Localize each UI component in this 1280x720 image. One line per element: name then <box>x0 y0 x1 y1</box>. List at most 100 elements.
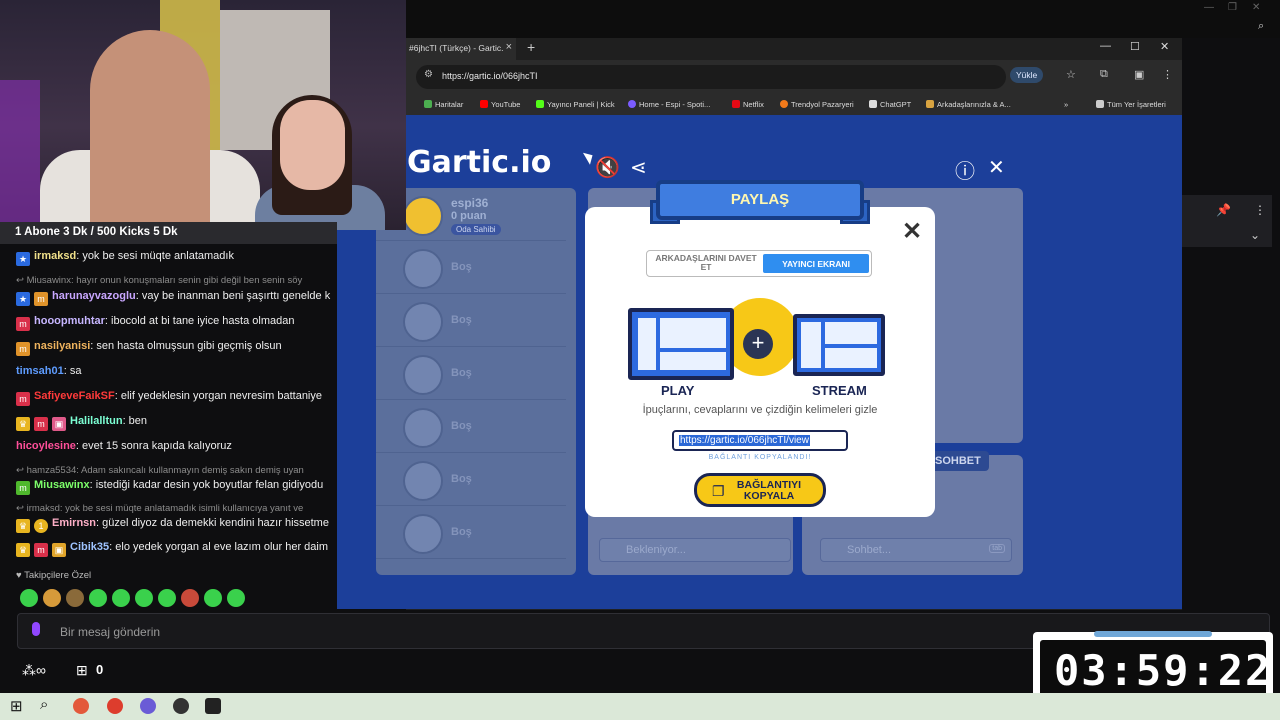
kicks-counter: 0 <box>96 662 104 677</box>
view-link-field[interactable]: https://gartic.io/066jhcTI/view <box>672 430 848 451</box>
app-icon[interactable] <box>73 698 89 714</box>
chat-text: : ben <box>122 415 148 427</box>
emote-icon[interactable] <box>135 589 153 607</box>
install-button[interactable]: Yükle <box>1010 67 1044 83</box>
monitor-canvas <box>825 322 877 344</box>
play-monitor-icon <box>628 308 734 380</box>
bookmark-item[interactable]: Haritalar <box>424 100 463 109</box>
bookmark-item[interactable]: Arkadaşlarınızla & A... <box>926 100 1011 109</box>
close-icon[interactable]: ✕ <box>1252 2 1260 13</box>
more-options-icon[interactable]: ⋮ <box>1254 203 1266 217</box>
chat-reply-context: ↩ hamza5534: Adam sakıncalı kullanmayın … <box>16 465 304 476</box>
zoom-icon[interactable]: ⌕ <box>1258 20 1264 33</box>
emote-icon[interactable] <box>112 589 130 607</box>
stream-goal-caption: 1 Abone 3 Dk / 500 Kicks 5 Dk <box>0 222 337 244</box>
bookmark-item[interactable]: Netflix <box>732 100 764 109</box>
site-info-icon[interactable]: ⚙ <box>424 69 433 80</box>
emote-icon[interactable] <box>43 589 61 607</box>
right-side-panel <box>1182 38 1280 628</box>
share-icon[interactable]: ⋖ <box>630 155 647 180</box>
emote-icon[interactable] <box>158 589 176 607</box>
mic-icon[interactable] <box>32 622 40 636</box>
emote-icon[interactable] <box>66 589 84 607</box>
minimize-icon[interactable]: — <box>1204 2 1214 13</box>
chevron-down-icon[interactable]: ⌄ <box>1250 228 1260 242</box>
chat-username[interactable]: irmaksd <box>34 250 76 262</box>
reply-text: Miusawinx: hayır onun konuşmaları senin … <box>26 275 303 286</box>
bookmark-star-icon[interactable]: ☆ <box>1066 68 1076 81</box>
emote-icon[interactable] <box>20 589 38 607</box>
maximize-icon[interactable]: ☐ <box>1130 40 1140 53</box>
chat-input[interactable]: Sohbet... tab <box>820 538 1012 562</box>
player-row: Boş <box>376 241 566 294</box>
chat-username[interactable]: hooopmuhtar <box>34 315 105 327</box>
tab-invite-friends[interactable]: ARKADAŞLARINI DAVET ET <box>651 254 761 272</box>
chat-username[interactable]: hicoylesine <box>16 440 76 452</box>
empty-slot-label: Boş <box>451 261 472 273</box>
chat-username[interactable]: nasilyanisi <box>34 340 90 352</box>
badge-icon: ★ <box>16 252 30 266</box>
pin-icon[interactable]: 📌 <box>1216 203 1231 217</box>
modal-close-icon[interactable]: ✕ <box>902 217 922 246</box>
menu-icon[interactable]: ⋮ <box>1162 68 1173 81</box>
minimize-icon[interactable]: — <box>1100 40 1111 52</box>
chat-username[interactable]: SafiyeveFaikSF <box>34 390 115 402</box>
monitor-chat <box>825 348 877 368</box>
all-bookmarks[interactable]: Tüm Yer İşaretleri <box>1096 100 1166 109</box>
player-row: Boş <box>376 506 566 559</box>
trendyol-icon <box>780 100 788 108</box>
folder-icon <box>1096 100 1104 108</box>
avatar <box>403 249 443 289</box>
search-icon[interactable]: ⌕ <box>40 696 56 713</box>
emote-icon[interactable] <box>227 589 245 607</box>
chat-username[interactable]: Emirnsn <box>52 517 96 529</box>
tab-strip: #6jhcTI (Türkçe) - Gartic. × + — ☐ ✕ <box>406 38 1182 60</box>
extensions-icon[interactable]: ⧉ <box>1100 68 1108 81</box>
discord-icon[interactable] <box>140 698 156 714</box>
reply-text: hamza5534: Adam sakıncalı kullanmayın de… <box>26 465 304 476</box>
player-points: 0 puan <box>451 210 487 222</box>
start-icon[interactable]: ⊞ <box>10 697 26 715</box>
crown-badge-icon: ♛ <box>16 519 30 533</box>
restore-icon[interactable]: ❐ <box>1228 2 1237 13</box>
mute-icon[interactable]: 🔇 <box>595 155 620 180</box>
chat-username[interactable]: timsah01 <box>16 365 64 377</box>
tab-streamer-screen[interactable]: YAYINCI EKRANI <box>763 254 869 273</box>
more-bookmarks-icon[interactable]: » <box>1064 100 1068 109</box>
emote-icon[interactable] <box>89 589 107 607</box>
bookmark-item[interactable]: YouTube <box>480 100 520 109</box>
emote-icon[interactable] <box>204 589 222 607</box>
browser-tab[interactable]: #6jhcTI (Türkçe) - Gartic. × <box>406 38 516 60</box>
chat-username[interactable]: harunayvazoglu <box>52 290 136 302</box>
tab-chat[interactable]: SOHBET <box>927 451 989 471</box>
app-icon[interactable] <box>205 698 221 714</box>
monitor-sidebar <box>801 322 821 368</box>
chat-username[interactable]: Cibik35 <box>70 541 109 553</box>
avatar <box>403 355 443 395</box>
chat-username[interactable]: Miusawinx <box>34 479 90 491</box>
info-icon[interactable]: ⓘ <box>955 155 975 184</box>
profile-icon[interactable]: ▣ <box>1134 68 1144 81</box>
link-copied-message: BAĞLANTI KOPYALANDI! <box>708 454 812 461</box>
bookmark-item[interactable]: Home - Espi - Spoti... <box>628 100 710 109</box>
bookmark-item[interactable]: Trendyol Pazaryeri <box>780 100 854 109</box>
crown-badge-icon: ♛ <box>16 543 30 557</box>
exit-icon[interactable]: ✕ <box>988 155 1005 180</box>
answer-input[interactable]: Bekleniyor... <box>599 538 791 562</box>
url-field[interactable]: ⚙ https://gartic.io/066jhcTI <box>416 65 1006 89</box>
tab-close-icon[interactable]: × <box>506 41 512 53</box>
chat-message: m Miusawinx: istediği kadar desin yok boy… <box>16 479 323 495</box>
followers-only-text: Takipçilere Özel <box>24 570 92 581</box>
emote-icon[interactable] <box>181 589 199 607</box>
chat-username[interactable]: Halilalltun <box>70 415 123 427</box>
new-tab-icon[interactable]: + <box>527 39 535 55</box>
close-icon[interactable]: ✕ <box>1160 40 1169 53</box>
chat-text: : istediği kadar desin yok boyutlar fela… <box>89 479 324 491</box>
bookmark-item[interactable]: Yayıncı Paneli | Kick <box>536 100 615 109</box>
kicks-icon[interactable]: ⁂∞ <box>22 662 46 679</box>
player-row: Boş <box>376 400 566 453</box>
obs-icon[interactable] <box>173 698 189 714</box>
gift-icon[interactable]: ⊞ <box>76 662 88 679</box>
chrome-icon[interactable] <box>107 698 123 714</box>
bookmark-item[interactable]: ChatGPT <box>869 100 911 109</box>
